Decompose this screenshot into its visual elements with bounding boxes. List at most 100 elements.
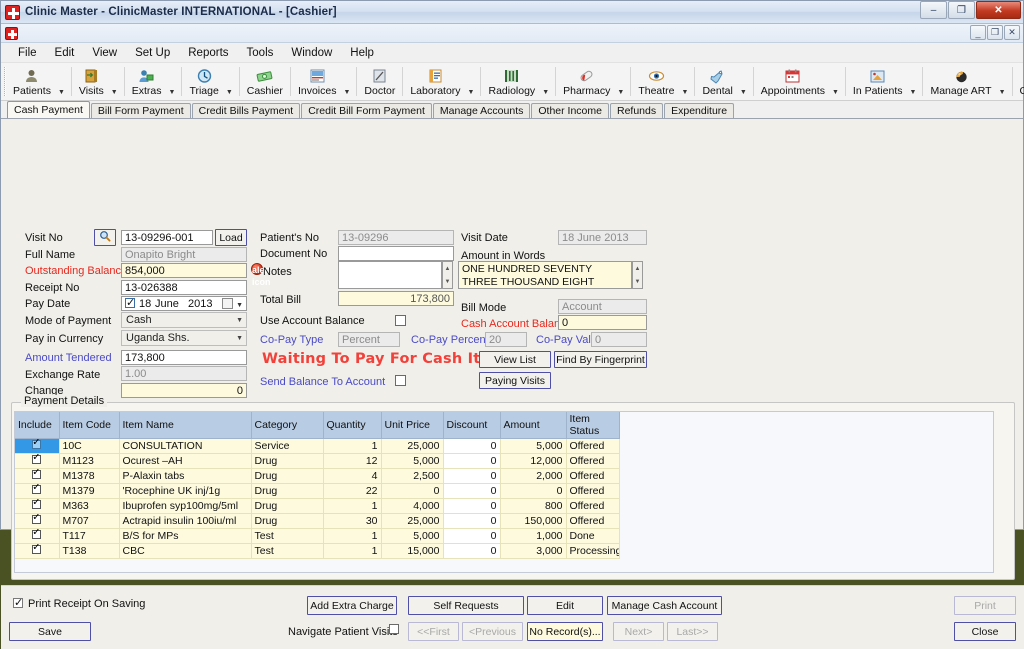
chevron-down-icon[interactable]: ▼ xyxy=(55,89,68,96)
toolbar-button[interactable]: Laboratory xyxy=(406,67,464,97)
notes-textarea[interactable] xyxy=(338,261,442,289)
toolbar-button[interactable]: Triage xyxy=(185,67,222,97)
tab-bill-form-payment[interactable]: Bill Form Payment xyxy=(91,103,191,118)
grid-column-header[interactable]: Item Name xyxy=(119,412,251,439)
toolbar-button[interactable]: Patients xyxy=(9,67,55,97)
toolbar-button[interactable]: Theatre xyxy=(634,67,678,97)
include-checkbox[interactable] xyxy=(32,500,41,509)
tab-credit-bill-form-payment[interactable]: Credit Bill Form Payment xyxy=(301,103,432,118)
visit-search-button[interactable] xyxy=(94,229,116,246)
include-checkbox[interactable] xyxy=(32,440,41,449)
tab-other-income[interactable]: Other Income xyxy=(531,103,609,118)
toolbar-item-triage[interactable]: Triage▼ xyxy=(185,63,235,100)
menu-item-view[interactable]: View xyxy=(83,45,126,61)
toolbar-item-dental[interactable]: Dental▼ xyxy=(698,63,749,100)
chevron-down-icon[interactable]: ▼ xyxy=(340,89,353,96)
toolbar-button[interactable]: Extras xyxy=(128,67,166,97)
maximize-button[interactable]: ❐ xyxy=(948,1,975,19)
last-record-button[interactable]: Last>> xyxy=(667,622,718,641)
toolbar-button[interactable]: Cashier xyxy=(243,67,287,97)
tab-manage-accounts[interactable]: Manage Accounts xyxy=(433,103,530,118)
view-list-button[interactable]: View List xyxy=(479,351,551,368)
menu-item-setup[interactable]: Set Up xyxy=(126,45,179,61)
chevron-down-icon[interactable]: ▼ xyxy=(539,89,552,96)
toolbar-button[interactable]: Radiology xyxy=(484,67,539,97)
toolbar-button[interactable]: Visits xyxy=(75,67,108,97)
toolbar-button[interactable]: Appointments xyxy=(757,67,829,97)
pay-date-checkbox[interactable] xyxy=(125,298,135,308)
toolbar-button[interactable]: Invoices xyxy=(294,67,341,97)
scroll-down-icon[interactable]: ▼ xyxy=(443,275,452,288)
minimize-button[interactable]: – xyxy=(920,1,947,19)
self-requests-button[interactable]: Self Requests xyxy=(408,596,524,615)
use-account-balance-checkbox[interactable] xyxy=(395,315,406,326)
record-indicator-button[interactable]: No Record(s)... xyxy=(527,622,603,641)
calendar-icon[interactable] xyxy=(222,298,233,309)
menu-item-reports[interactable]: Reports xyxy=(179,45,237,61)
toolbar-button[interactable]: Doctor xyxy=(360,67,399,97)
grid-column-header[interactable]: Category xyxy=(251,412,323,439)
include-checkbox[interactable] xyxy=(32,545,41,554)
menu-item-window[interactable]: Window xyxy=(282,45,341,61)
add-extra-charge-button[interactable]: Add Extra Charge xyxy=(307,596,397,615)
print-receipt-checkbox[interactable] xyxy=(13,598,23,608)
table-row[interactable]: M363Ibuprofen syp100mg/5mlDrug14,0000800… xyxy=(15,499,619,514)
toolbar-item-patients[interactable]: Patients▼ xyxy=(9,63,68,100)
menu-item-tools[interactable]: Tools xyxy=(238,45,283,61)
chevron-down-icon[interactable]: ▼ xyxy=(614,89,627,96)
notes-scrollbar[interactable]: ▲ ▼ xyxy=(442,261,453,289)
mdi-minimize-button[interactable]: _ xyxy=(970,25,986,40)
chevron-down-icon[interactable]: ▼ xyxy=(907,89,920,96)
include-checkbox[interactable] xyxy=(32,515,41,524)
payment-details-grid[interactable]: IncludeItem CodeItem NameCategoryQuantit… xyxy=(14,411,994,573)
save-button[interactable]: Save xyxy=(9,622,91,641)
toolbar-item-claims[interactable]: Claims▼ xyxy=(1016,63,1024,100)
table-row[interactable]: M707Actrapid insulin 100iu/mlDrug3025,00… xyxy=(15,514,619,529)
include-cell[interactable] xyxy=(15,499,59,514)
amount-in-words-scrollbar[interactable]: ▲ ▼ xyxy=(632,261,643,289)
close-button-footer[interactable]: Close xyxy=(954,622,1016,641)
mdi-close-button[interactable]: ✕ xyxy=(1004,25,1020,40)
scroll-up-icon[interactable]: ▲ xyxy=(443,262,452,275)
toolbar-button[interactable]: Pharmacy xyxy=(559,67,614,97)
include-checkbox[interactable] xyxy=(32,530,41,539)
chevron-down-icon[interactable]: ▼ xyxy=(996,89,1009,96)
table-row[interactable]: T117B/S for MPsTest15,00001,000Done xyxy=(15,529,619,544)
document-no-input[interactable] xyxy=(338,246,454,261)
pay-date-picker[interactable]: 18 June 2013 ▼ xyxy=(121,296,247,311)
toolbar-button[interactable]: In Patients xyxy=(849,67,907,97)
chevron-down-icon[interactable]: ▼ xyxy=(737,89,750,96)
first-record-button[interactable]: <<First xyxy=(408,622,459,641)
table-row[interactable]: M1378P-Alaxin tabsDrug42,50002,000Offere… xyxy=(15,469,619,484)
grid-column-header[interactable]: Amount xyxy=(500,412,566,439)
include-cell[interactable] xyxy=(15,484,59,499)
toolbar-button[interactable]: Claims xyxy=(1016,67,1024,97)
toolbar-item-invoices[interactable]: Invoices▼ xyxy=(294,63,353,100)
next-record-button[interactable]: Next> xyxy=(613,622,664,641)
chevron-down-icon[interactable]: ▼ xyxy=(829,89,842,96)
scroll-down-icon[interactable]: ▼ xyxy=(633,275,642,288)
chevron-down-icon[interactable]: ▼ xyxy=(236,299,243,311)
menu-item-edit[interactable]: Edit xyxy=(46,45,84,61)
tab-credit-bills-payment[interactable]: Credit Bills Payment xyxy=(192,103,301,118)
include-cell[interactable] xyxy=(15,529,59,544)
chevron-down-icon[interactable]: ▼ xyxy=(108,89,121,96)
include-checkbox[interactable] xyxy=(32,470,41,479)
toolbar-item-doctor[interactable]: Doctor xyxy=(360,63,399,100)
print-button[interactable]: Print xyxy=(954,596,1016,615)
include-cell[interactable] xyxy=(15,544,59,559)
navigate-patient-visits-checkbox[interactable] xyxy=(389,624,399,634)
table-row[interactable]: M1123Ocurest –AHDrug125,000012,000Offere… xyxy=(15,454,619,469)
include-cell[interactable] xyxy=(15,439,59,454)
toolbar-item-manage-art[interactable]: Manage ART▼ xyxy=(926,63,1008,100)
tab-refunds[interactable]: Refunds xyxy=(610,103,663,118)
grid-column-header[interactable]: Item Status xyxy=(566,412,619,439)
load-button[interactable]: Load xyxy=(215,229,247,246)
receipt-no-input[interactable]: 13-026388 xyxy=(121,280,247,295)
send-balance-to-account-checkbox[interactable] xyxy=(395,375,406,386)
include-cell[interactable] xyxy=(15,454,59,469)
toolbar-item-laboratory[interactable]: Laboratory▼ xyxy=(406,63,477,100)
toolbar-item-extras[interactable]: Extras▼ xyxy=(128,63,179,100)
tab-cash-payment[interactable]: Cash Payment xyxy=(7,101,90,118)
toolbar-item-visits[interactable]: Visits▼ xyxy=(75,63,121,100)
